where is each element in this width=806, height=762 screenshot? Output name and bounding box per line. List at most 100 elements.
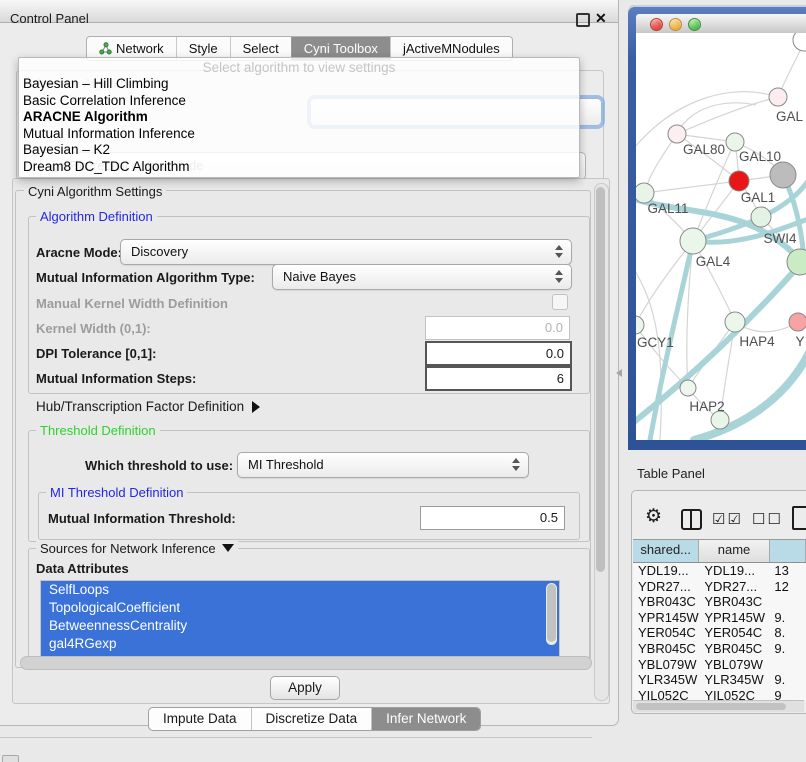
mi-threshold-group-title: MI Threshold Definition — [46, 485, 187, 500]
attribute-item-gal4rgexp[interactable]: gal4RGexp — [41, 635, 559, 653]
table-cell: YDL19... — [633, 563, 699, 579]
aracne-mode-value: Discovery — [131, 240, 188, 264]
page-icon[interactable] — [792, 506, 806, 530]
network-graph[interactable]: GALGAL80GAL10GAL1GAL11SWI4GAL4GCY1HAP4YH… — [636, 33, 806, 440]
combo-stepper-icon — [512, 458, 521, 472]
node-label: GAL — [776, 109, 804, 124]
network-node-gal[interactable] — [769, 88, 787, 106]
bottom-tab-discretize-data[interactable]: Discretize Data — [251, 708, 372, 730]
table-row[interactable]: YBR043CYBR043C — [633, 594, 806, 610]
bottom-tab-impute-data[interactable]: Impute Data — [149, 708, 251, 730]
table-cell: YDR27... — [699, 579, 769, 595]
table-row[interactable]: YDR27...YDR27...12 — [633, 579, 806, 595]
network-node-gal80[interactable] — [668, 125, 686, 143]
table-row[interactable]: YLR345WYLR345W9. — [633, 672, 806, 688]
close-traffic-light[interactable] — [650, 18, 663, 31]
column-header-shared-[interactable]: shared... — [633, 540, 699, 562]
table-row[interactable]: YBR045CYBR045C9. — [633, 641, 806, 657]
network-node-y[interactable] — [789, 313, 806, 331]
node-table: shared...nameYDL19...YDL19...13YDR27...Y… — [633, 539, 806, 700]
network-node-gcy1[interactable] — [636, 316, 644, 334]
dropdown-items: Bayesian – Hill ClimbingBasic Correlatio… — [19, 76, 579, 175]
close-icon[interactable]: ✕ — [595, 10, 607, 27]
settings-horizontal-scrollbar[interactable] — [20, 656, 592, 670]
aracne-mode-combo[interactable]: Discovery — [120, 239, 572, 265]
scrollbar-thumb[interactable] — [636, 703, 786, 710]
table-cell: YER054C — [633, 625, 699, 641]
table-cell: YER054C — [699, 625, 769, 641]
node-label: HAP2 — [689, 399, 724, 414]
table-header-row: shared...name — [633, 539, 806, 563]
mi-steps-field[interactable]: 6 — [425, 366, 572, 391]
table-row[interactable]: YBL079WYBL079W — [633, 657, 806, 673]
list-scrollbar[interactable] — [546, 583, 557, 645]
network-window-titlebar[interactable] — [636, 14, 806, 34]
table-cell — [769, 657, 806, 673]
node-label: GAL4 — [696, 254, 731, 269]
table-row[interactable]: YPR145WYPR145W9. — [633, 610, 806, 626]
zoom-traffic-light[interactable] — [688, 18, 701, 31]
algorithm-option-basic-correlation-inference[interactable]: Basic Correlation Inference — [19, 93, 579, 110]
table-row[interactable]: YIL052CYIL052C9 — [633, 688, 806, 700]
select-all-checkboxes-icon[interactable]: ☑☑ — [712, 510, 743, 528]
attribute-item-topologicalcoefficient[interactable]: TopologicalCoefficient — [41, 599, 559, 617]
splitter-collapse-icon[interactable] — [616, 369, 622, 377]
data-attributes-label: Data Attributes — [36, 561, 129, 576]
expand-right-icon — [252, 401, 260, 413]
table-cell: YPR145W — [633, 610, 699, 626]
network-node-gal1[interactable] — [729, 171, 749, 191]
algorithm-option-bayesian-k2[interactable]: Bayesian – K2 — [19, 142, 579, 159]
table-row[interactable]: YDL19...YDL19...13 — [633, 563, 806, 579]
network-node[interactable] — [770, 162, 796, 188]
mi-type-combo[interactable]: Naive Bayes — [272, 264, 572, 290]
dpi-tolerance-field[interactable]: 0.0 — [425, 341, 572, 366]
float-window-icon[interactable] — [576, 13, 590, 27]
deselect-all-checkboxes-icon[interactable]: ☐☐ — [752, 510, 783, 528]
table-horizontal-scrollbar[interactable] — [633, 700, 804, 712]
scrollbar-thumb[interactable] — [547, 584, 556, 642]
table-panel-title: Table Panel — [637, 466, 705, 481]
attribute-item-selfloops[interactable]: SelfLoops — [41, 581, 559, 599]
network-node-hap4[interactable] — [725, 312, 745, 332]
which-threshold-value: MI Threshold — [248, 453, 324, 477]
network-node[interactable] — [793, 33, 806, 51]
bottom-tab-infer-network[interactable]: Infer Network — [371, 708, 480, 730]
node-label: Y — [795, 334, 804, 349]
split-columns-icon[interactable] — [681, 509, 702, 530]
algorithm-option-bayesian-hill-climbing[interactable]: Bayesian – Hill Climbing — [19, 76, 579, 93]
scrollbar-thumb[interactable] — [596, 187, 605, 572]
network-canvas[interactable]: GALGAL80GAL10GAL1GAL11SWI4GAL4GCY1HAP4YH… — [636, 33, 806, 440]
minimize-traffic-light[interactable] — [669, 18, 682, 31]
table-cell: 8. — [769, 625, 806, 641]
apply-button[interactable]: Apply — [270, 676, 340, 700]
algorithm-option-dream8-dc-tdc-algorithm[interactable]: Dream8 DC_TDC Algorithm — [19, 159, 579, 176]
kernel-width-field[interactable]: 0.0 — [425, 316, 570, 340]
mi-type-label: Mutual Information Algorithm Type: — [36, 270, 255, 285]
gear-icon[interactable]: ⚙ — [645, 506, 662, 528]
bottom-corner-button[interactable] — [2, 755, 19, 762]
column-header-name[interactable]: name — [699, 540, 769, 562]
network-node-hap2[interactable] — [680, 380, 696, 396]
table-cell: YBR043C — [633, 594, 699, 610]
which-threshold-combo[interactable]: MI Threshold — [237, 452, 529, 478]
node-label: HAP4 — [739, 334, 775, 349]
algorithm-option-aracne-algorithm[interactable]: ARACNE Algorithm — [19, 109, 579, 126]
network-node-gal11[interactable] — [636, 183, 654, 203]
table-cell: YLR345W — [633, 672, 699, 688]
network-node-swi4[interactable] — [751, 207, 771, 227]
table-cell: 13 — [769, 563, 806, 579]
manual-kernel-label: Manual Kernel Width Definition — [36, 296, 228, 311]
hub-definition-toggle[interactable]: Hub/Transcription Factor Definition — [36, 399, 260, 414]
settings-vertical-scrollbar[interactable] — [594, 183, 609, 701]
column-header-3[interactable] — [770, 540, 806, 562]
combo-stepper-icon — [555, 245, 564, 259]
attribute-item-betweennesscentrality[interactable]: BetweennessCentrality — [41, 617, 559, 635]
network-node-gal4[interactable] — [680, 228, 706, 254]
sources-group-title[interactable]: Sources for Network Inference — [36, 541, 238, 556]
table-row[interactable]: YER054CYER054C8. — [633, 625, 806, 641]
table-cell: YBL079W — [633, 657, 699, 673]
manual-kernel-checkbox[interactable] — [552, 294, 568, 310]
algorithm-option-mutual-information-inference[interactable]: Mutual Information Inference — [19, 126, 579, 143]
mi-threshold-field[interactable]: 0.5 — [420, 506, 565, 530]
table-cell — [769, 594, 806, 610]
